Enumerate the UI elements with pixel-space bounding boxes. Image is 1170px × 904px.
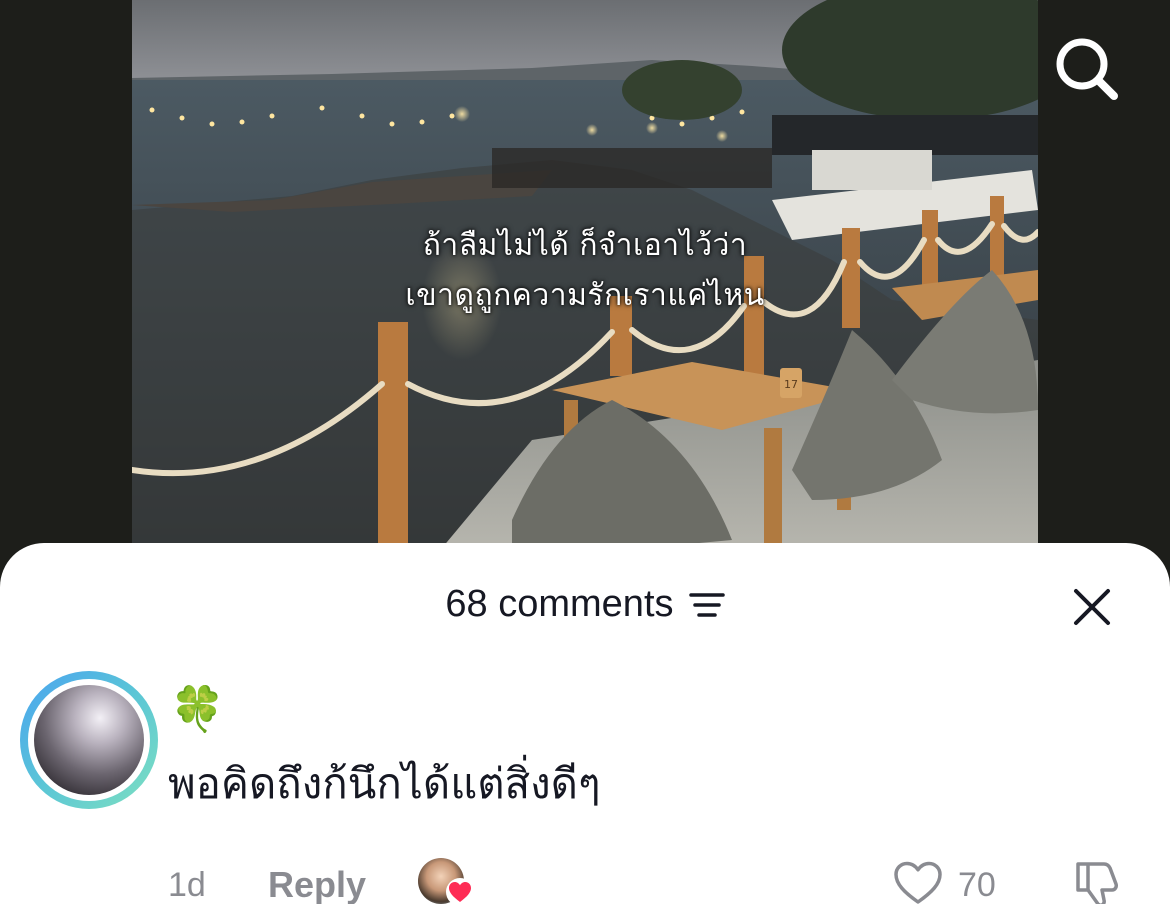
comments-sheet: 68 comments 🍀 พอคิดถึงก้นึกได้แต่สิ่งดีๆ bbox=[0, 543, 1170, 904]
reply-button[interactable]: Reply bbox=[268, 864, 366, 904]
thumbs-down-icon bbox=[1076, 862, 1118, 904]
search-icon bbox=[1056, 38, 1118, 100]
creator-heart-badge bbox=[446, 878, 474, 904]
heart-outline-icon bbox=[894, 861, 942, 904]
comment-username[interactable]: 🍀 bbox=[170, 686, 225, 734]
video-caption-line-1: ถ้าลืมไม่ได้ ก็จำเอาไว้ว่า bbox=[422, 228, 748, 263]
comments-count-title: 68 comments bbox=[445, 583, 674, 625]
video-player[interactable]: 17 ถ้าลืมไม่ได้ ก็จำเอาไว้ว่า เขาดูถูกคว… bbox=[132, 0, 1038, 560]
heart-filled-icon bbox=[449, 882, 471, 902]
close-comments-button[interactable] bbox=[1068, 583, 1116, 631]
dislike-button[interactable] bbox=[1070, 858, 1124, 904]
comment-timestamp: 1d bbox=[168, 866, 206, 904]
comments-header: 68 comments bbox=[0, 583, 1170, 627]
like-button[interactable] bbox=[892, 860, 944, 904]
avatar-photo bbox=[34, 685, 144, 795]
commenter-avatar[interactable] bbox=[20, 671, 158, 809]
video-caption-line-2: เขาดูถูกความรักเราแค่ไหน bbox=[405, 278, 765, 313]
like-count: 70 bbox=[958, 866, 996, 904]
tiktok-video-screen: 17 ถ้าลืมไม่ได้ ก็จำเอาไว้ว่า เขาดูถูกคว… bbox=[0, 0, 1170, 904]
comment-item: 🍀 พอคิดถึงก้นึกได้แต่สิ่งดีๆ 1d Reply 70 bbox=[0, 668, 1170, 904]
sort-filter-icon[interactable] bbox=[688, 590, 725, 620]
avatar-inner-border bbox=[28, 679, 150, 801]
search-button[interactable] bbox=[1050, 32, 1122, 104]
liked-by-creator-badge bbox=[418, 858, 476, 904]
close-icon bbox=[1074, 589, 1110, 625]
table-number: 17 bbox=[784, 378, 798, 391]
comment-text: พอคิดถึงก้นึกได้แต่สิ่งดีๆ bbox=[168, 759, 601, 808]
